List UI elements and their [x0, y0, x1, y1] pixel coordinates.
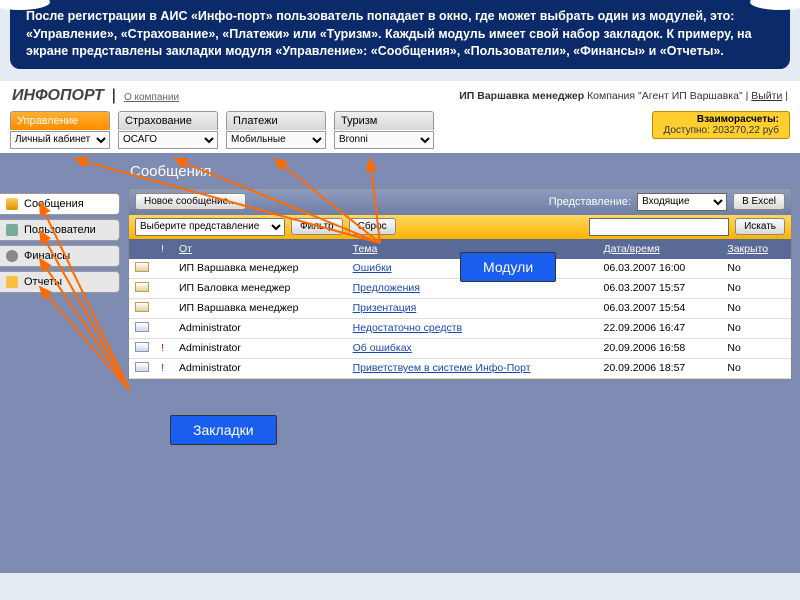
module-tab-management[interactable]: Управление — [10, 111, 110, 130]
cell-subject[interactable]: Ошибки — [353, 262, 392, 274]
cell-closed: No — [721, 278, 791, 298]
sidebar-item-finance[interactable]: Финансы — [0, 245, 120, 267]
cell-datetime: 06.03.2007 15:57 — [598, 278, 722, 298]
envelope-icon — [135, 282, 149, 292]
flag-icon: ! — [161, 343, 164, 354]
sidebar-item-label: Сообщения — [24, 198, 84, 210]
sidebar-item-reports[interactable]: Отчеты — [0, 271, 120, 293]
cell-from: ИП Варшавка менеджер — [173, 298, 347, 318]
messages-panel: Новое сообщение... Представление: Входящ… — [128, 188, 792, 380]
filter-button[interactable]: Фильтр — [291, 218, 343, 235]
table-row[interactable]: ИП Варшавка менеджер Ошибки 06.03.2007 16:… — [129, 259, 791, 279]
cell-subject[interactable]: Призентация — [353, 302, 417, 314]
cell-datetime: 06.03.2007 15:54 — [598, 298, 722, 318]
finance-icon — [6, 250, 18, 262]
sidebar: Сообщения Пользователи Финансы Отчеты — [0, 153, 120, 573]
sidebar-item-label: Пользователи — [24, 224, 96, 236]
header-bar: ИНФОПОРТ | О компании ИП Варшавка менедж… — [0, 81, 800, 109]
slide-description: После регистрации в АИС «Инфо-порт» поль… — [10, 0, 790, 69]
module-tab-insurance[interactable]: Страхование — [118, 111, 218, 130]
sidebar-item-users[interactable]: Пользователи — [0, 219, 120, 241]
col-subject[interactable]: Тема — [347, 239, 598, 259]
envelope-icon — [135, 342, 149, 352]
messages-table: ! От Тема Дата/время Закрыто ИП Варшавка… — [129, 239, 791, 379]
new-message-button[interactable]: Новое сообщение... — [135, 193, 246, 210]
section-title: Сообщения — [128, 157, 792, 188]
cell-datetime: 06.03.2007 16:00 — [598, 259, 722, 279]
cell-from: ИП Варшавка менеджер — [173, 259, 347, 279]
balance-widget: Взаиморасчеты: Доступно: 203270,22 руб — [652, 111, 790, 139]
filter-view-select[interactable]: Выберите представление — [135, 218, 285, 236]
balance-amount: Доступно: 203270,22 руб — [663, 125, 779, 136]
module-select-tourism[interactable]: Bronni — [334, 131, 434, 149]
cell-closed: No — [721, 358, 791, 378]
cell-closed: No — [721, 259, 791, 279]
view-select[interactable]: Входящие — [637, 193, 727, 211]
table-row[interactable]: ! Administrator Приветствуем в системе Инф… — [129, 358, 791, 378]
module-bar: Управление Личный кабинет Страхование ОС… — [0, 109, 800, 153]
cell-from: ИП Баловка менеджер — [173, 278, 347, 298]
sidebar-item-label: Отчеты — [24, 276, 62, 288]
user-name: ИП Варшавка менеджер — [459, 90, 584, 102]
cell-subject[interactable]: Об ошибках — [353, 342, 412, 354]
cell-subject[interactable]: Приветствуем в системе Инфо-Порт — [353, 362, 531, 374]
reset-button[interactable]: Сброс — [349, 218, 396, 235]
search-input[interactable] — [589, 218, 729, 236]
module-tab-tourism[interactable]: Туризм — [334, 111, 434, 130]
company-name: "Агент ИП Варшавка" — [638, 90, 743, 102]
envelope-icon — [135, 262, 149, 272]
col-closed[interactable]: Закрыто — [721, 239, 791, 259]
col-datetime[interactable]: Дата/время — [598, 239, 722, 259]
company-label: Компания — [587, 90, 635, 102]
reports-icon — [6, 276, 18, 288]
users-icon — [6, 224, 18, 236]
logo-text: ИНФОПОРТ — [12, 87, 104, 105]
balance-title: Взаиморасчеты: — [663, 114, 779, 125]
cell-datetime: 20.09.2006 16:58 — [598, 338, 722, 358]
cell-closed: No — [721, 338, 791, 358]
table-row[interactable]: ИП Баловка менеджер Предложения 06.03.2007… — [129, 278, 791, 298]
user-info: ИП Варшавка менеджер Компания "Агент ИП … — [459, 90, 788, 102]
cell-datetime: 20.09.2006 18:57 — [598, 358, 722, 378]
filter-row: Выберите представление Фильтр Сброс Иска… — [129, 215, 791, 239]
messages-icon — [6, 198, 18, 210]
cell-from: Administrator — [173, 318, 347, 338]
panel-toolbar: Новое сообщение... Представление: Входящ… — [129, 189, 791, 215]
col-from[interactable]: От — [173, 239, 347, 259]
module-select-insurance[interactable]: ОСАГО — [118, 131, 218, 149]
about-link[interactable]: О компании — [124, 92, 179, 103]
flag-icon: ! — [161, 363, 164, 374]
col-flag[interactable]: ! — [155, 239, 173, 259]
table-row[interactable]: ИП Варшавка менеджер Призентация 06.03.200… — [129, 298, 791, 318]
table-row[interactable]: ! Administrator Об ошибках 20.09.2006 16:58… — [129, 338, 791, 358]
cell-datetime: 22.09.2006 16:47 — [598, 318, 722, 338]
cell-closed: No — [721, 318, 791, 338]
module-tab-payments[interactable]: Платежи — [226, 111, 326, 130]
cell-from: Administrator — [173, 358, 347, 378]
cell-closed: No — [721, 298, 791, 318]
export-excel-button[interactable]: В Excel — [733, 193, 785, 210]
cell-subject[interactable]: Недостаточно средств — [353, 322, 463, 334]
module-select-management[interactable]: Личный кабинет — [10, 131, 110, 149]
sidebar-item-label: Финансы — [24, 250, 70, 262]
app-area: Сообщения Пользователи Финансы Отчеты Со… — [0, 153, 800, 573]
content: Сообщения Новое сообщение... Представлен… — [120, 153, 800, 573]
cell-from: Administrator — [173, 338, 347, 358]
search-button[interactable]: Искать — [735, 218, 785, 235]
pipe: | — [112, 87, 116, 105]
col-icon — [129, 239, 155, 259]
view-label: Представление: — [549, 196, 631, 208]
logout-link[interactable]: Выйти — [751, 90, 782, 102]
envelope-icon — [135, 362, 149, 372]
envelope-icon — [135, 322, 149, 332]
sidebar-item-messages[interactable]: Сообщения — [0, 193, 120, 215]
table-row[interactable]: Administrator Недостаточно средств 22.09.2… — [129, 318, 791, 338]
module-select-payments[interactable]: Мобильные — [226, 131, 326, 149]
cell-subject[interactable]: Предложения — [353, 282, 420, 294]
envelope-icon — [135, 302, 149, 312]
